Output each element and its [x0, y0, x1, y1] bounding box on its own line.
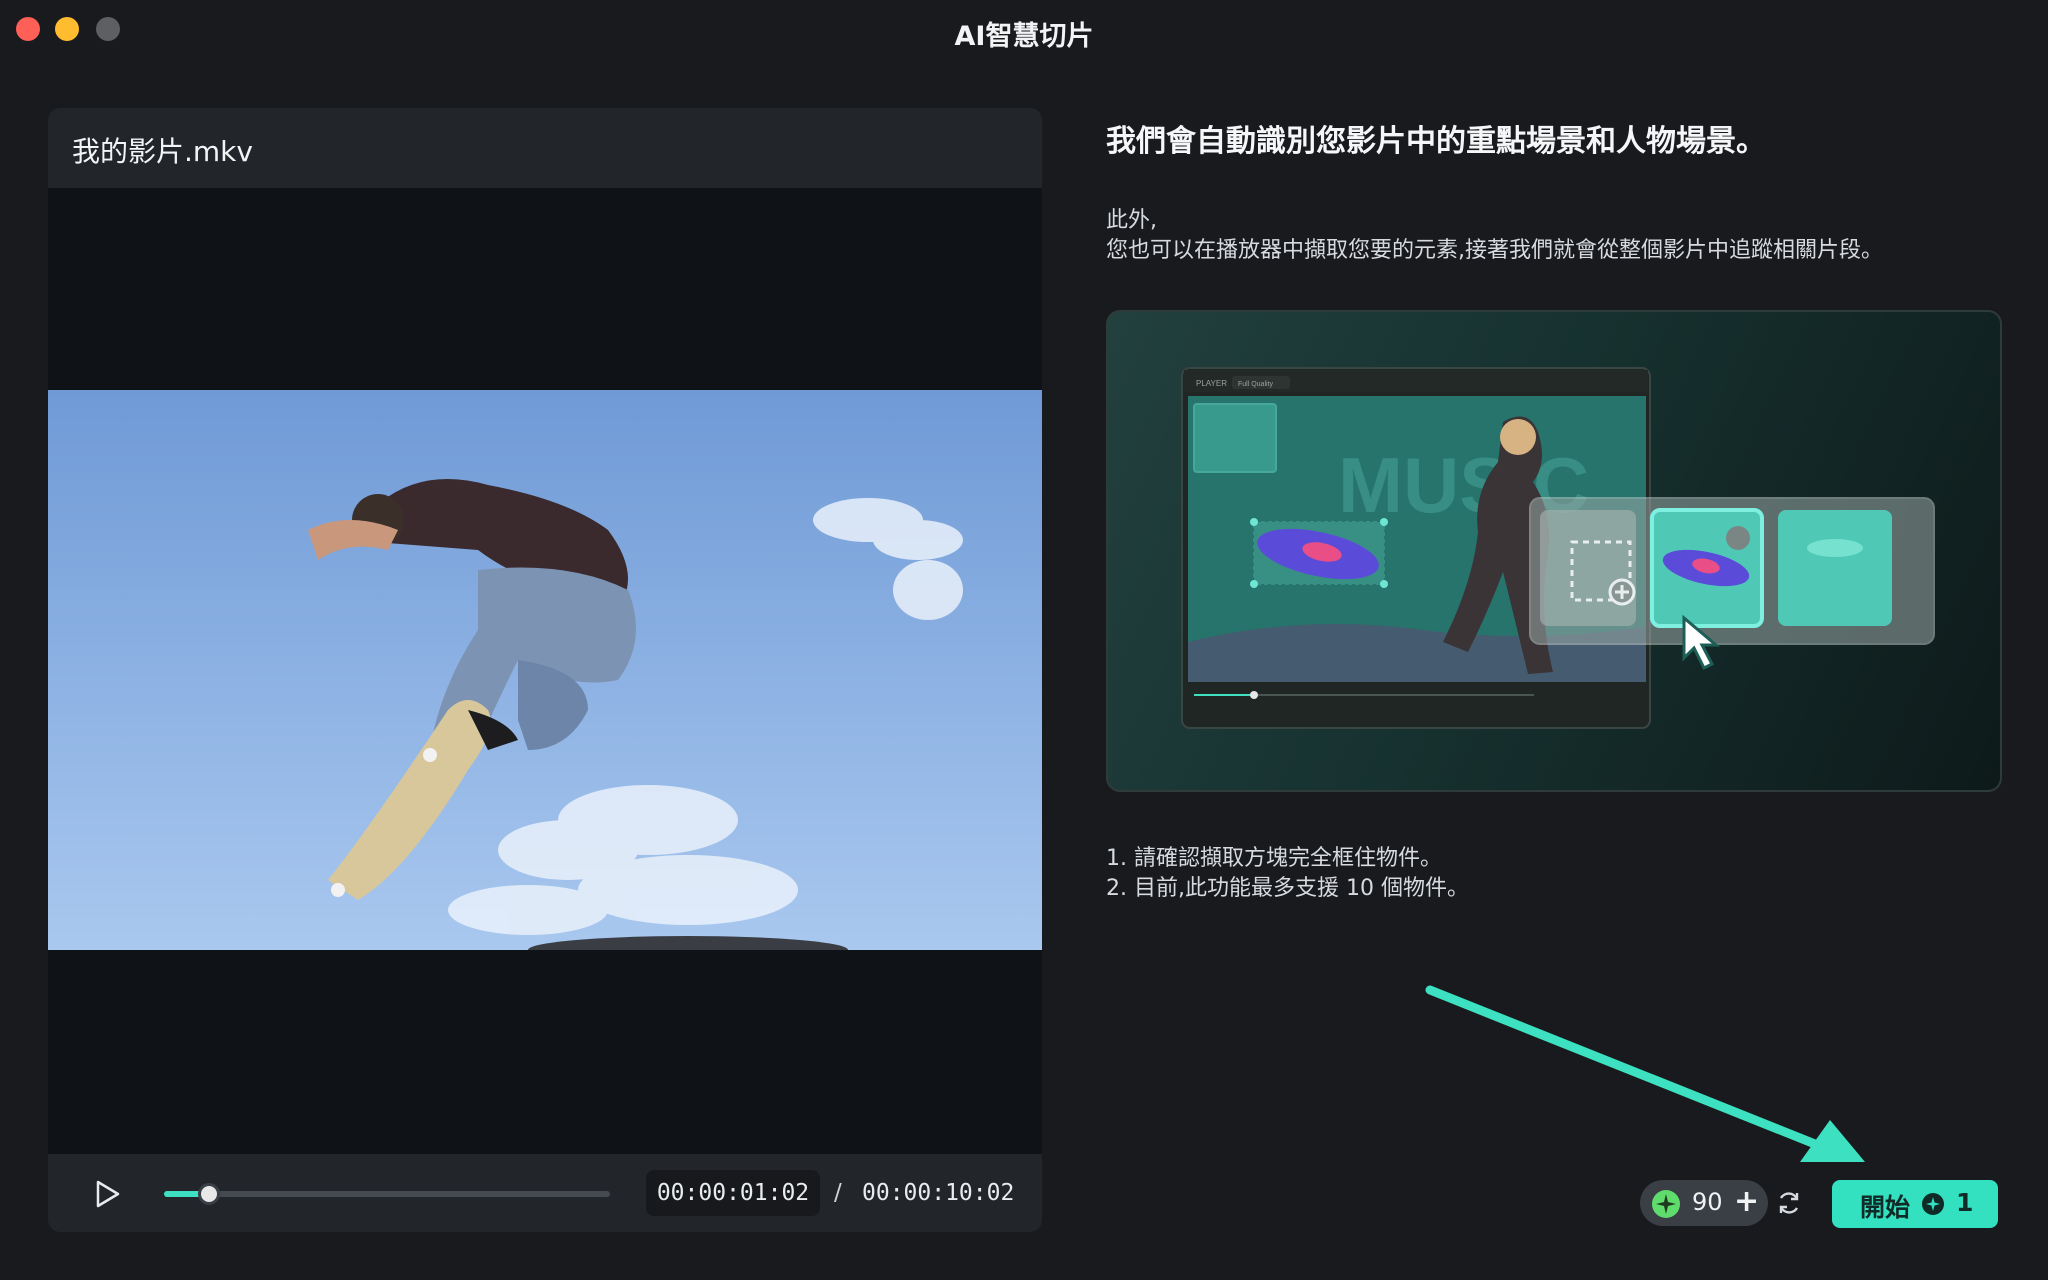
credit-cost-icon: [1922, 1193, 1944, 1215]
seek-handle[interactable]: [197, 1183, 220, 1205]
time-separator: /: [834, 1180, 842, 1206]
video-frame-image: [48, 390, 1042, 950]
player-header: 我的影片.mkv: [48, 108, 1042, 188]
playback-controls: 00:00:01:02 / 00:00:10:02: [48, 1154, 1042, 1232]
trash-icon: [1726, 526, 1750, 550]
description-line-1: 此外,: [1106, 208, 1157, 233]
play-icon: [96, 1180, 120, 1208]
seek-slider[interactable]: [164, 1183, 610, 1205]
window-title: AI智慧切片: [954, 21, 1094, 52]
current-time: 00:00:01:02: [646, 1170, 820, 1216]
credit-count: 90: [1692, 1188, 1723, 1216]
start-cost: 1: [1956, 1188, 1974, 1217]
refresh-icon: [1779, 1192, 1799, 1214]
total-time: 00:00:10:02: [862, 1180, 1015, 1206]
pointer-arrow: [1425, 985, 1865, 1162]
title-bar: AI智慧切片: [0, 0, 2048, 62]
credits-badge[interactable]: 90 +: [1640, 1180, 1768, 1226]
video-filename: 我的影片.mkv: [72, 135, 253, 168]
demo-illustration-graphic: PLAYER Full Quality MUSIC: [1181, 367, 1935, 729]
video-preview[interactable]: [48, 390, 1042, 950]
app-window: AI智慧切片 我的影片.mkv 00:00:01:02 / 00:00:10:0…: [0, 0, 2048, 1280]
demo-illustration: PLAYER Full Quality MUSIC: [1106, 310, 2002, 792]
note-2: 2. 目前,此功能最多支援 10 個物件。: [1106, 876, 1469, 901]
video-player: 我的影片.mkv 00:00:01:02 / 00:00:10:02: [48, 108, 1042, 1232]
play-button[interactable]: [88, 1176, 124, 1212]
demo-quality-label: Full Quality: [1238, 381, 1274, 388]
demo-player-label: PLAYER: [1196, 379, 1227, 388]
note-1: 1. 請確認擷取方塊完全框住物件。: [1106, 846, 1442, 871]
feature-headline: 我們會自動識別您影片中的重點場景和人物場景。: [1106, 124, 1766, 159]
start-label: 開始: [1860, 1193, 1911, 1222]
credit-icon: [1652, 1190, 1680, 1218]
refresh-button[interactable]: [1776, 1190, 1802, 1216]
plus-icon[interactable]: +: [1734, 1184, 1759, 1219]
start-button[interactable]: 開始 1: [1832, 1180, 1998, 1228]
description-line-2: 您也可以在播放器中擷取您要的元素,接著我們就會從整個影片中追蹤相關片段。: [1106, 238, 1883, 263]
